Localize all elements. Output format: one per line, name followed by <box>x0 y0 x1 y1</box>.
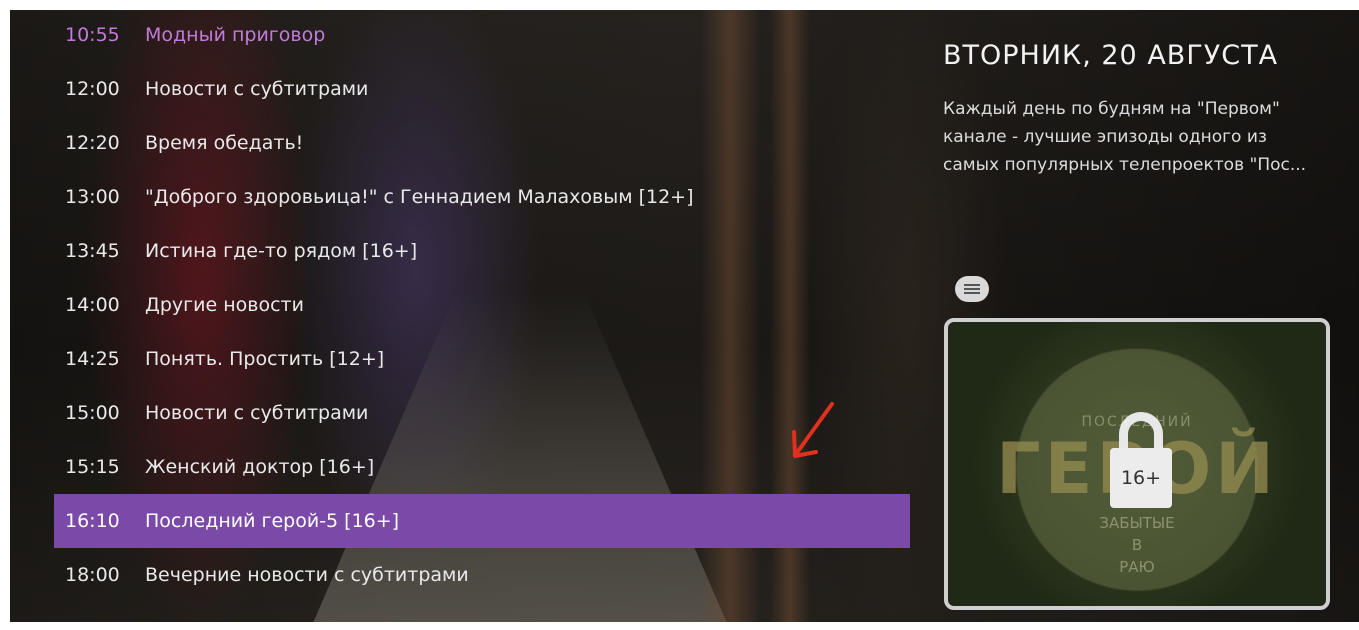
broadcast-date: ВТОРНИК, 20 АВГУСТА <box>943 40 1279 71</box>
program-row[interactable]: 13:00 "Доброго здоровьица!" с Геннадием … <box>54 170 910 224</box>
program-time: 13:45 <box>65 240 120 262</box>
program-title: Вечерние новости с субтитрами <box>145 564 469 586</box>
poster-tagline-line: В <box>1131 536 1143 554</box>
annotation-arrow-icon <box>792 402 834 458</box>
program-title: "Доброго здоровьица!" с Геннадием Малахо… <box>145 186 694 208</box>
program-row[interactable]: 18:00 Вечерние новости с субтитрами <box>54 548 910 602</box>
program-row[interactable]: 14:25 Понять. Простить [12+] <box>54 332 910 386</box>
age-rating-badge: 16+ <box>1110 448 1172 508</box>
program-row[interactable]: 12:20 Время обедать! <box>54 116 910 170</box>
program-row[interactable]: 15:15 Женский доктор [16+] <box>54 440 910 494</box>
program-poster[interactable]: ПОСЛЕДНИЙ ГЕРОЙ ЗАБЫТЫЕ В РАЮ 16+ <box>944 318 1330 610</box>
program-row[interactable]: 12:00 Новости с субтитрами <box>54 62 910 116</box>
program-row[interactable]: 13:45 Истина где-то рядом [16+] <box>54 224 910 278</box>
program-title: Понять. Простить [12+] <box>145 348 385 370</box>
program-row[interactable]: 14:00 Другие новости <box>54 278 910 332</box>
poster-tagline-line: ЗАБЫТЫЕ <box>1099 514 1175 532</box>
program-row[interactable]: 16:10 Последний герой-5 [16+] <box>54 494 910 548</box>
program-title: Время обедать! <box>145 132 304 154</box>
program-title: Другие новости <box>145 294 304 316</box>
program-title: Новости с субтитрами <box>145 402 369 424</box>
program-info-panel: ВТОРНИК, 20 АВГУСТА Каждый день по будня… <box>943 40 1349 179</box>
program-row[interactable]: 10:55 Модный приговор <box>54 8 910 62</box>
program-title: Модный приговор <box>145 24 326 46</box>
lock-icon: 16+ <box>1110 412 1172 512</box>
subtitles-icon <box>955 276 989 302</box>
program-time: 12:00 <box>65 78 120 100</box>
poster-tagline: ЗАБЫТЫЕ В РАЮ <box>948 512 1326 578</box>
program-title: Новости с субтитрами <box>145 78 369 100</box>
program-schedule-list: 10:55 Модный приговор 12:00 Новости с су… <box>54 8 910 602</box>
program-title: Женский доктор [16+] <box>145 456 375 478</box>
program-time: 15:00 <box>65 402 120 424</box>
program-time: 14:25 <box>65 348 120 370</box>
program-row[interactable]: 15:00 Новости с субтитрами <box>54 386 910 440</box>
program-title: Истина где-то рядом [16+] <box>145 240 418 262</box>
program-time: 16:10 <box>65 510 120 532</box>
program-time: 10:55 <box>65 24 120 46</box>
program-time: 13:00 <box>65 186 120 208</box>
poster-tagline-line: РАЮ <box>1119 558 1155 576</box>
program-title: Последний герой-5 [16+] <box>145 510 400 532</box>
program-time: 14:00 <box>65 294 120 316</box>
program-description: Каждый день по будням на "Первом" канале… <box>943 99 1307 175</box>
program-time: 18:00 <box>65 564 120 586</box>
program-time: 12:20 <box>65 132 120 154</box>
program-time: 15:15 <box>65 456 120 478</box>
